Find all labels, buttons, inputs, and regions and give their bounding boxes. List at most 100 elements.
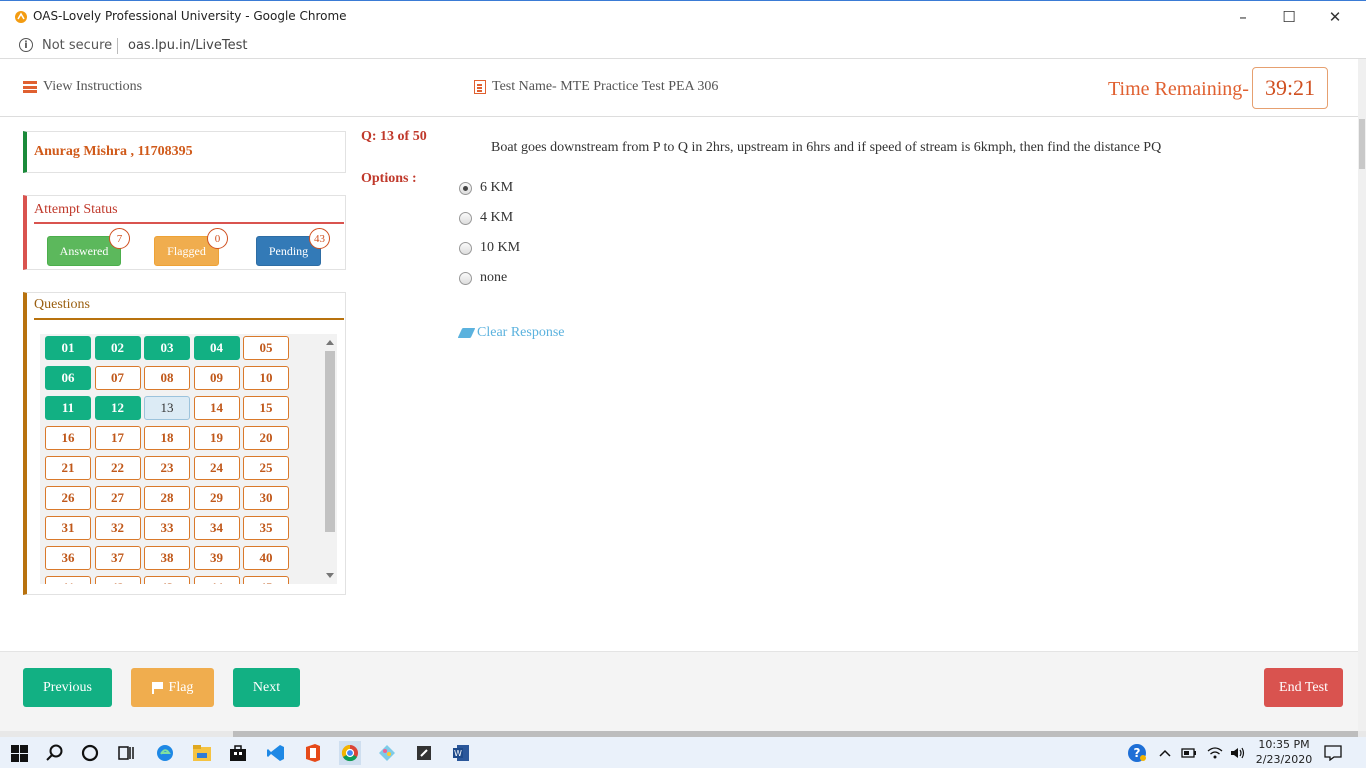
question-button-08[interactable]: 08 — [144, 366, 190, 390]
question-button-05[interactable]: 05 — [243, 336, 289, 360]
question-button-32[interactable]: 32 — [94, 516, 141, 540]
flagged-button[interactable]: Flagged 0 — [154, 228, 228, 266]
question-button-17[interactable]: 17 — [94, 426, 141, 450]
task-view-icon[interactable] — [116, 743, 136, 763]
option-2-radio[interactable] — [459, 211, 472, 225]
battery-icon[interactable] — [1179, 743, 1199, 763]
clear-response-link[interactable]: Clear Response — [457, 325, 564, 341]
option-4[interactable]: none — [459, 270, 507, 286]
close-button[interactable]: ✕ — [1312, 5, 1358, 29]
flag-button[interactable]: Flag — [131, 668, 214, 707]
user-panel: Anurag Mishra , 11708395 — [23, 131, 346, 173]
store-icon[interactable] — [228, 743, 248, 763]
question-button-12[interactable]: 12 — [94, 396, 141, 420]
option-3[interactable]: 10 KM — [459, 240, 520, 256]
question-button-25[interactable]: 25 — [243, 456, 289, 480]
option-1-radio[interactable] — [459, 181, 472, 195]
info-icon[interactable]: i — [19, 38, 33, 52]
wifi-icon[interactable] — [1205, 743, 1225, 763]
question-button-01[interactable]: 01 — [45, 336, 91, 360]
question-button-02[interactable]: 02 — [94, 336, 141, 360]
answered-button[interactable]: Answered 7 — [47, 228, 130, 266]
question-button-27[interactable]: 27 — [94, 486, 141, 510]
question-button-10[interactable]: 10 — [243, 366, 289, 390]
question-button-40[interactable]: 40 — [243, 546, 289, 570]
chrome-icon[interactable] — [339, 741, 361, 765]
option-2[interactable]: 4 KM — [459, 210, 513, 226]
file-explorer-icon[interactable] — [192, 743, 212, 763]
edge-icon[interactable] — [155, 743, 175, 763]
question-grid-scrollbar[interactable] — [323, 334, 337, 584]
page-vertical-scrollbar[interactable] — [1358, 59, 1366, 731]
question-button-37[interactable]: 37 — [94, 546, 141, 570]
question-button-18[interactable]: 18 — [144, 426, 190, 450]
footer-bar: Previous Flag Next End Test — [0, 651, 1358, 731]
question-button-09[interactable]: 09 — [193, 366, 240, 390]
question-button-16[interactable]: 16 — [45, 426, 91, 450]
next-button[interactable]: Next — [233, 668, 300, 707]
minimize-button[interactable]: – — [1220, 5, 1266, 29]
question-button-23[interactable]: 23 — [144, 456, 190, 480]
question-button-41[interactable]: 41 — [45, 576, 91, 584]
question-button-31[interactable]: 31 — [45, 516, 91, 540]
view-instructions-link[interactable]: View Instructions — [23, 79, 142, 95]
maximize-button[interactable]: ☐ — [1266, 5, 1312, 29]
question-button-11[interactable]: 11 — [45, 396, 91, 420]
question-button-24[interactable]: 24 — [193, 456, 240, 480]
question-button-06[interactable]: 06 — [45, 366, 91, 390]
option-4-radio[interactable] — [459, 271, 472, 285]
question-button-19[interactable]: 19 — [193, 426, 240, 450]
question-button-44[interactable]: 44 — [193, 576, 240, 584]
question-button-29[interactable]: 29 — [193, 486, 240, 510]
question-button-28[interactable]: 28 — [144, 486, 190, 510]
cortana-icon[interactable] — [80, 743, 100, 763]
scroll-down-icon[interactable] — [326, 573, 334, 578]
vscode-icon[interactable] — [266, 743, 286, 763]
address-bar[interactable]: i Not secure oas.lpu.in/LiveTest — [0, 33, 1366, 59]
previous-button[interactable]: Previous — [23, 668, 112, 707]
question-button-04[interactable]: 04 — [193, 336, 240, 360]
question-button-26[interactable]: 26 — [45, 486, 91, 510]
question-button-42[interactable]: 42 — [94, 576, 141, 584]
question-button-22[interactable]: 22 — [94, 456, 141, 480]
clock[interactable]: 10:35 PM 2/23/2020 — [1255, 737, 1313, 767]
word-icon[interactable]: W — [451, 743, 471, 763]
address-separator — [117, 38, 118, 54]
flagged-count-badge: 0 — [207, 228, 228, 249]
question-button-30[interactable]: 30 — [243, 486, 289, 510]
search-icon[interactable] — [45, 743, 65, 763]
question-button-15[interactable]: 15 — [243, 396, 289, 420]
office-icon[interactable] — [303, 743, 323, 763]
help-icon[interactable]: ? — [1127, 743, 1147, 763]
next-label: Next — [252, 679, 281, 695]
url-text[interactable]: oas.lpu.in/LiveTest — [128, 38, 247, 53]
paint-icon[interactable] — [377, 743, 397, 763]
question-button-35[interactable]: 35 — [243, 516, 289, 540]
end-test-button[interactable]: End Test — [1264, 668, 1343, 707]
notifications-icon[interactable] — [1323, 743, 1343, 763]
question-button-07[interactable]: 07 — [94, 366, 141, 390]
page-scroll-thumb[interactable] — [1359, 119, 1365, 169]
question-button-45[interactable]: 45 — [243, 576, 289, 584]
question-button-43[interactable]: 43 — [144, 576, 190, 584]
option-1[interactable]: 6 KM — [459, 180, 513, 196]
question-button-36[interactable]: 36 — [45, 546, 91, 570]
option-3-radio[interactable] — [459, 241, 472, 255]
windows-start-icon[interactable] — [9, 743, 29, 763]
question-button-13[interactable]: 13 — [144, 396, 190, 420]
chevron-up-icon[interactable] — [1155, 743, 1175, 763]
question-button-33[interactable]: 33 — [144, 516, 190, 540]
question-button-21[interactable]: 21 — [45, 456, 91, 480]
answered-label: Answered — [59, 243, 109, 258]
question-button-20[interactable]: 20 — [243, 426, 289, 450]
question-button-39[interactable]: 39 — [193, 546, 240, 570]
scroll-up-icon[interactable] — [326, 340, 334, 345]
question-button-34[interactable]: 34 — [193, 516, 240, 540]
app-icon[interactable] — [414, 743, 434, 763]
question-button-14[interactable]: 14 — [193, 396, 240, 420]
volume-icon[interactable] — [1228, 743, 1248, 763]
question-button-03[interactable]: 03 — [144, 336, 190, 360]
question-button-38[interactable]: 38 — [144, 546, 190, 570]
pending-button[interactable]: Pending 43 — [256, 228, 330, 266]
scroll-thumb[interactable] — [325, 351, 335, 532]
